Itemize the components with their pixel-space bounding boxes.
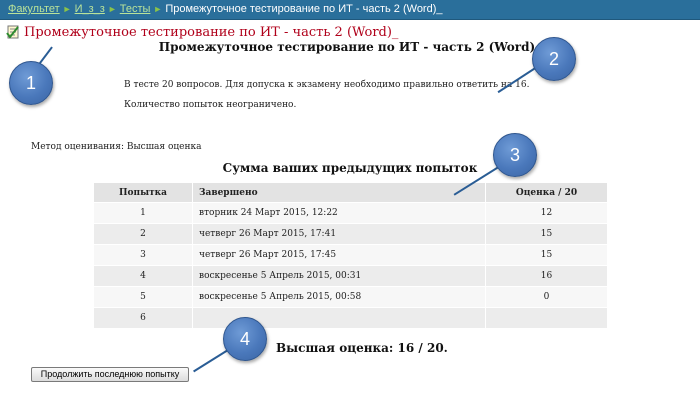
attempt-number: 5 xyxy=(94,286,193,308)
table-row: 4 воскресенье 5 Апрель 2015, 00:31 16 xyxy=(94,265,608,287)
best-grade: Высшая оценка: 16 / 20. xyxy=(276,341,448,355)
breadcrumb-separator-icon: ► xyxy=(62,4,72,14)
breadcrumb-separator-icon: ► xyxy=(153,4,163,14)
quiz-intro-questions: В тесте 20 вопросов. Для допуска к экзам… xyxy=(124,80,530,90)
callout-marker-4: 4 xyxy=(223,317,267,361)
grading-method: Метод оценивания: Высшая оценка xyxy=(31,142,202,152)
callout-marker-2: 2 xyxy=(532,37,576,81)
breadcrumb: Факультет ► И_з_з ► Тесты ► Промежуточное тест… xyxy=(0,0,700,20)
quiz-title-link-label[interactable]: Промежуточное тестирование по ИТ - часть… xyxy=(24,25,398,40)
attempt-grade[interactable]: 16 xyxy=(485,265,608,287)
quiz-intro-attempts: Количество попыток неограничено. xyxy=(124,100,297,110)
attempt-grade xyxy=(485,307,608,328)
breadcrumb-item-current: Промежуточное тестирование по ИТ - часть… xyxy=(165,3,443,15)
breadcrumb-item-faculty[interactable]: Факультет xyxy=(8,3,60,15)
table-row: 6 xyxy=(94,307,608,328)
callout-marker-3: 3 xyxy=(493,133,537,177)
attempt-completed: вторник 24 Март 2015, 12:22 xyxy=(192,202,486,224)
column-header-grade[interactable]: Оценка / 20 xyxy=(485,183,608,203)
table-row: 5 воскресенье 5 Апрель 2015, 00:58 0 xyxy=(94,286,608,308)
breadcrumb-item-course[interactable]: И_з_з xyxy=(75,3,105,15)
column-header-completed[interactable]: Завершено xyxy=(192,183,486,203)
attempt-number: 3 xyxy=(94,244,193,266)
table-row: 3 четверг 26 Март 2015, 17:45 15 xyxy=(94,244,608,266)
page-title: Промежуточное тестирование по ИТ - часть… xyxy=(158,40,542,54)
attempt-number: 6 xyxy=(94,307,193,328)
attempts-summary-title: Сумма ваших предыдущих попыток xyxy=(222,161,478,175)
attempt-completed: воскресенье 5 Апрель 2015, 00:58 xyxy=(192,286,486,308)
table-row: 1 вторник 24 Март 2015, 12:22 12 xyxy=(94,202,608,224)
continue-attempt-button[interactable]: Продолжить последнюю попытку xyxy=(31,367,189,382)
callout-marker-1: 1 xyxy=(9,61,53,105)
table-header-row: Попытка Завершено Оценка / 20 xyxy=(94,183,608,203)
attempt-number: 2 xyxy=(94,223,193,245)
attempt-grade[interactable]: 15 xyxy=(485,223,608,245)
attempt-completed: четверг 26 Март 2015, 17:45 xyxy=(192,244,486,266)
column-header-attempt[interactable]: Попытка xyxy=(94,183,193,203)
breadcrumb-item-quizzes[interactable]: Тесты xyxy=(120,3,151,15)
quiz-icon xyxy=(6,25,19,39)
table-row: 2 четверг 26 Март 2015, 17:41 15 xyxy=(94,223,608,245)
quiz-title-link[interactable]: Промежуточное тестирование по ИТ - часть… xyxy=(6,23,398,41)
attempt-grade[interactable]: 0 xyxy=(485,286,608,308)
attempt-number: 1 xyxy=(94,202,193,224)
breadcrumb-separator-icon: ► xyxy=(107,4,117,14)
attempt-completed: воскресенье 5 Апрель 2015, 00:31 xyxy=(192,265,486,287)
attempts-table: Попытка Завершено Оценка / 20 1 вторник … xyxy=(94,183,608,328)
attempt-number: 4 xyxy=(94,265,193,287)
attempt-grade[interactable]: 15 xyxy=(485,244,608,266)
attempt-completed: четверг 26 Март 2015, 17:41 xyxy=(192,223,486,245)
attempt-grade[interactable]: 12 xyxy=(485,202,608,224)
